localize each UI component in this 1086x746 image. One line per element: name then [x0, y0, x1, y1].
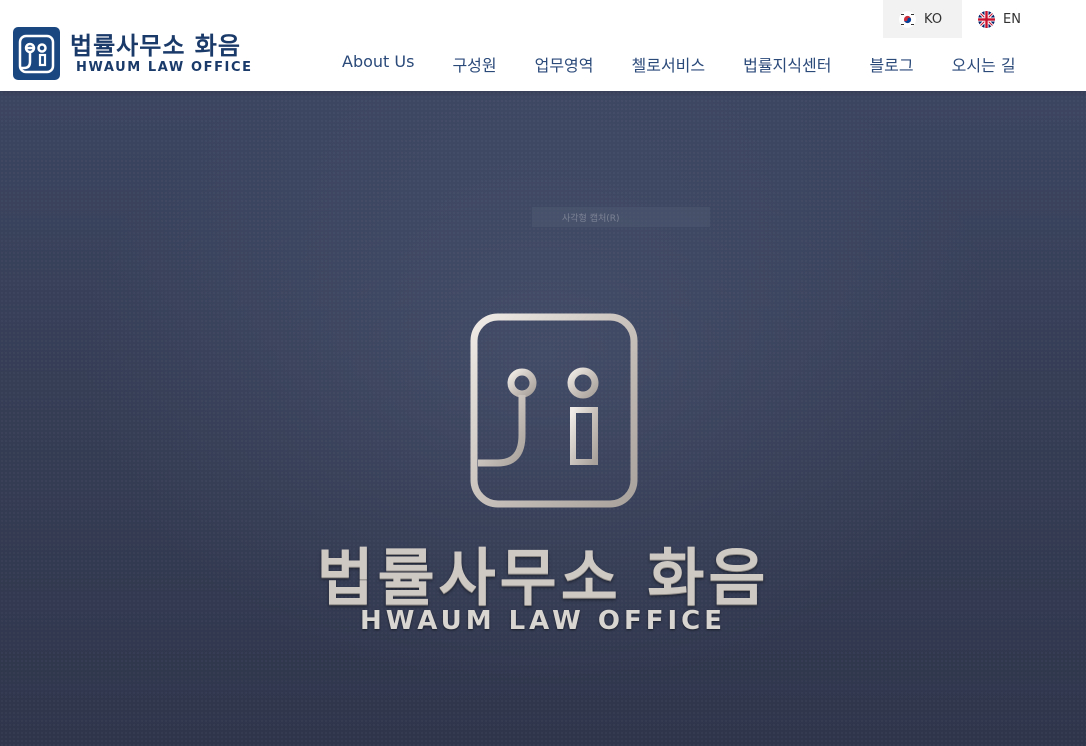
main-nav: About Us 구성원 업무영역 첼로서비스 법률지식센터 블로그 오시는 길 [342, 52, 1016, 76]
site-header: 법률사무소 화음 HWAUM LAW OFFICE KO EN About Us… [0, 0, 1086, 91]
hero-banner: 사각형 캡처(R) 법률사무소 화음 HWAUM LAW OFFICE [0, 91, 1086, 746]
hwaum-emblem-large-icon [470, 313, 638, 508]
nav-item-legal-knowledge-center[interactable]: 법률지식센터 [743, 52, 831, 76]
lang-label-ko: KO [924, 11, 943, 27]
hwaum-emblem-icon [13, 27, 60, 80]
faded-capture-overlay: 사각형 캡처(R) [532, 207, 710, 227]
hero-subtitle: HWAUM LAW OFFICE [359, 606, 727, 636]
nav-item-blog[interactable]: 블로그 [869, 52, 913, 76]
lang-option-ko[interactable]: KO [883, 0, 963, 38]
uk-flag-icon [978, 10, 996, 28]
nav-item-about-us[interactable]: About Us [342, 52, 414, 76]
nav-item-directions[interactable]: 오시는 길 [952, 52, 1016, 76]
hero-title: 법률사무소 화음 [316, 541, 770, 614]
nav-item-cello-service[interactable]: 첼로서비스 [632, 52, 706, 76]
korea-flag-icon [899, 10, 916, 28]
lang-option-en[interactable]: EN [962, 0, 1041, 38]
language-switcher: KO EN [883, 0, 1041, 38]
nav-item-practice-areas[interactable]: 업무영역 [535, 52, 594, 76]
nav-item-members[interactable]: 구성원 [452, 52, 496, 76]
logo-name-ko: 법률사무소 화음 [70, 31, 241, 60]
faded-capture-text: 사각형 캡처(R) [562, 213, 620, 224]
logo-name-en: HWAUM LAW OFFICE [76, 59, 253, 75]
site-logo[interactable]: 법률사무소 화음 HWAUM LAW OFFICE [13, 27, 253, 80]
lang-label-en: EN [1003, 11, 1021, 27]
